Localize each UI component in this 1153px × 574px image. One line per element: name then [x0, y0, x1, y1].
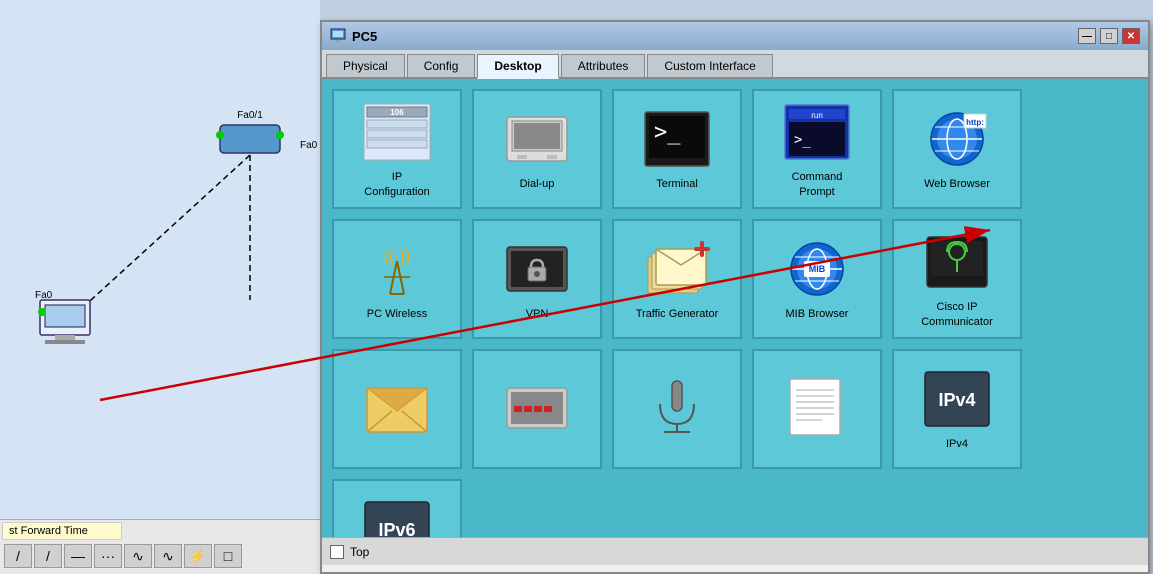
app-terminal[interactable]: >_ Terminal	[612, 89, 742, 209]
svg-text:Fa0/1: Fa0/1	[237, 110, 263, 121]
toolbar-btn-1[interactable]: /	[4, 544, 32, 568]
svg-text:Fa0: Fa0	[300, 140, 318, 151]
network-diagram: Fa0/1 Fa0 Fa0	[0, 0, 320, 530]
toolbar-btn-5[interactable]: ∿	[124, 544, 152, 568]
text-icon	[782, 374, 852, 439]
app-command-prompt[interactable]: run >_ CommandPrompt	[752, 89, 882, 209]
forward-time-label: st Forward Time	[2, 522, 122, 540]
tab-config[interactable]: Config	[407, 54, 476, 77]
tab-attributes[interactable]: Attributes	[561, 54, 646, 77]
cisco-ip-comm-icon	[922, 229, 992, 294]
app-traffic-generator[interactable]: Traffic Generator	[612, 219, 742, 339]
svg-text:>_: >_	[654, 120, 681, 145]
app-dialup[interactable]: Dial-up	[472, 89, 602, 209]
svg-text:MIB: MIB	[809, 264, 826, 274]
web-browser-icon: http:	[922, 106, 992, 171]
ip-config-label: IPConfiguration	[364, 170, 429, 199]
dialup-label: Dial-up	[520, 177, 555, 191]
pc5-window: PC5 — □ ✕ Physical Config Desktop Attrib…	[320, 20, 1150, 574]
tab-physical[interactable]: Physical	[326, 54, 405, 77]
app-email[interactable]	[332, 349, 462, 469]
pc5-title-icon	[330, 28, 346, 44]
svg-text:Fa0: Fa0	[35, 290, 53, 301]
app-grid-row1: 106 IPConfiguration Dial-up	[332, 89, 1138, 209]
email-icon	[362, 374, 432, 439]
ipv4-label: IPv4	[946, 437, 968, 451]
command-prompt-icon: run >_	[782, 99, 852, 164]
app-text[interactable]	[752, 349, 882, 469]
app-grid-row3: IPv4 IPv4 IPv6 IPv6	[332, 349, 1138, 537]
app-mib-browser[interactable]: MIB MIB Browser	[752, 219, 882, 339]
minimize-button[interactable]: —	[1078, 28, 1096, 44]
tab-desktop[interactable]: Desktop	[477, 54, 558, 79]
window-title-text: PC5	[352, 29, 377, 44]
vpn-label: VPN	[526, 307, 549, 321]
pc-wireless-label: PC Wireless	[367, 307, 428, 321]
app-mic[interactable]	[612, 349, 742, 469]
pc-wireless-icon: ((·))	[362, 236, 432, 301]
toolbar-btn-6[interactable]: ∿	[154, 544, 182, 568]
app-web-browser[interactable]: http: Web Browser	[892, 89, 1022, 209]
traffic-generator-label: Traffic Generator	[636, 307, 719, 321]
toolbar-btn-4[interactable]: ···	[94, 544, 122, 568]
mib-browser-label: MIB Browser	[786, 307, 849, 321]
app-vpn[interactable]: VPN	[472, 219, 602, 339]
dialup-icon	[502, 106, 572, 171]
toolbar-btn-8[interactable]: □	[214, 544, 242, 568]
app-pc-wireless[interactable]: ((·)) PC Wireless	[332, 219, 462, 339]
vpn-icon	[502, 236, 572, 301]
svg-text:http:: http:	[966, 118, 984, 127]
svg-text:IPv4: IPv4	[938, 390, 975, 410]
command-prompt-label: CommandPrompt	[792, 170, 843, 199]
app-ipv4[interactable]: IPv4 IPv4	[892, 349, 1022, 469]
app-ip-configuration[interactable]: 106 IPConfiguration	[332, 89, 462, 209]
bottom-toolbar: st Forward Time / / — ··· ∿ ∿ ⚡ □	[0, 519, 320, 574]
toolbar-btn-3[interactable]: —	[64, 544, 92, 568]
window-bottom-bar: Top	[322, 537, 1148, 565]
app-ipv6[interactable]: IPv6 IPv6	[332, 479, 462, 537]
toolbar-btn-7[interactable]: ⚡	[184, 544, 212, 568]
svg-text:IPv6: IPv6	[378, 520, 415, 537]
toolbar-btn-2[interactable]: /	[34, 544, 62, 568]
toolbar-icons: / / — ··· ∿ ∿ ⚡ □	[0, 542, 320, 570]
mic-icon	[642, 374, 712, 439]
app-cisco-ip-comm[interactable]: Cisco IPCommunicator	[892, 219, 1022, 339]
mib-browser-icon: MIB	[782, 236, 852, 301]
traffic-generator-icon	[642, 236, 712, 301]
ftp-icon	[502, 374, 572, 439]
maximize-button[interactable]: □	[1100, 28, 1118, 44]
top-checkbox[interactable]	[330, 545, 344, 559]
tab-custom-interface[interactable]: Custom Interface	[647, 54, 772, 77]
ipv4-icon: IPv4	[922, 366, 992, 431]
app-grid-row2: ((·)) PC Wireless	[332, 219, 1138, 339]
top-label: Top	[350, 545, 369, 559]
window-controls: — □ ✕	[1078, 28, 1140, 44]
svg-text:>_: >_	[794, 132, 811, 148]
app-ftp[interactable]	[472, 349, 602, 469]
terminal-label: Terminal	[656, 177, 698, 191]
cisco-ip-comm-label: Cisco IPCommunicator	[921, 300, 993, 329]
network-svg: Fa0/1 Fa0 Fa0	[0, 0, 320, 530]
svg-text:106: 106	[390, 108, 404, 117]
svg-text:run: run	[811, 111, 823, 120]
window-titlebar: PC5 — □ ✕	[322, 22, 1148, 50]
tab-bar: Physical Config Desktop Attributes Custo…	[322, 50, 1148, 79]
ipv6-icon: IPv6	[362, 496, 432, 537]
close-button[interactable]: ✕	[1122, 28, 1140, 44]
terminal-icon: >_	[642, 106, 712, 171]
window-title-area: PC5	[330, 28, 377, 44]
ip-config-icon: 106	[362, 99, 432, 164]
web-browser-label: Web Browser	[924, 177, 990, 191]
desktop-content: 106 IPConfiguration Dial-up	[322, 79, 1148, 537]
